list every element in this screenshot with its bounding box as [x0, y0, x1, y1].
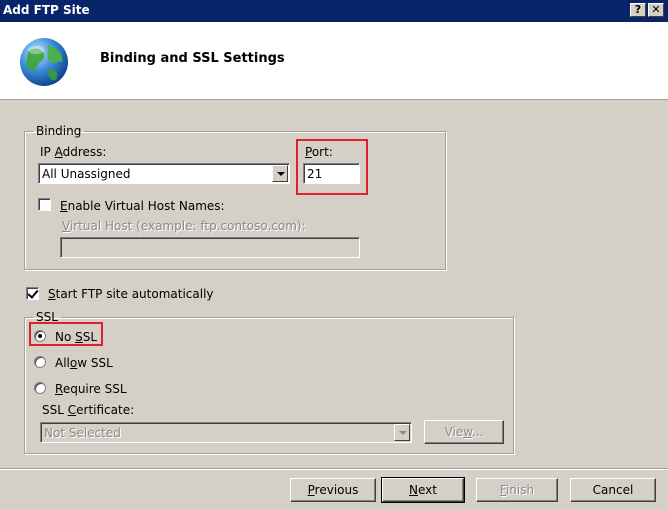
virtual-host-label: Virtual Host (example: ftp.contoso.com): — [62, 219, 306, 233]
cancel-button[interactable]: Cancel — [570, 478, 656, 502]
title-bar: Add FTP Site ? ✕ — [0, 0, 668, 22]
enable-virtual-host-label[interactable]: Enable Virtual Host Names: — [60, 199, 225, 213]
ssl-certificate-label: SSL Certificate: — [42, 403, 135, 417]
page-title: Binding and SSL Settings — [100, 51, 285, 66]
require-ssl-label[interactable]: Require SSL — [55, 382, 127, 396]
start-automatically-label[interactable]: Start FTP site automatically — [48, 287, 214, 301]
enable-virtual-host-checkbox[interactable] — [38, 198, 51, 211]
binding-legend: Binding — [36, 124, 82, 138]
close-button[interactable]: ✕ — [648, 3, 664, 17]
ip-address-select[interactable]: All Unassigned — [38, 163, 290, 184]
footer-divider — [0, 468, 668, 470]
allow-ssl-label[interactable]: Allow SSL — [55, 356, 113, 370]
chevron-down-icon[interactable] — [394, 424, 410, 441]
ssl-certificate-value: Not Selected — [44, 426, 121, 440]
allow-ssl-radio[interactable] — [34, 356, 46, 368]
help-button[interactable]: ? — [630, 3, 646, 17]
chevron-down-icon[interactable] — [272, 165, 288, 182]
next-button[interactable]: Next — [381, 477, 465, 503]
help-icon: ? — [634, 3, 642, 16]
ip-address-label: IP Address: — [40, 145, 107, 159]
close-icon: ✕ — [651, 3, 661, 16]
finish-button[interactable]: Finish — [476, 478, 558, 502]
previous-button[interactable]: Previous — [290, 478, 376, 502]
window-title: Add FTP Site — [3, 3, 90, 17]
ssl-certificate-select[interactable]: Not Selected — [40, 422, 412, 443]
wizard-header: Binding and SSL Settings — [0, 22, 668, 100]
globe-icon — [20, 38, 68, 86]
view-certificate-button[interactable]: View... — [424, 420, 504, 444]
ip-address-value: All Unassigned — [42, 167, 131, 181]
port-highlight-box — [296, 139, 368, 195]
no-ssl-highlight-box — [29, 322, 103, 346]
virtual-host-input[interactable] — [60, 237, 360, 258]
require-ssl-radio[interactable] — [34, 382, 46, 394]
start-automatically-checkbox[interactable] — [26, 287, 39, 300]
